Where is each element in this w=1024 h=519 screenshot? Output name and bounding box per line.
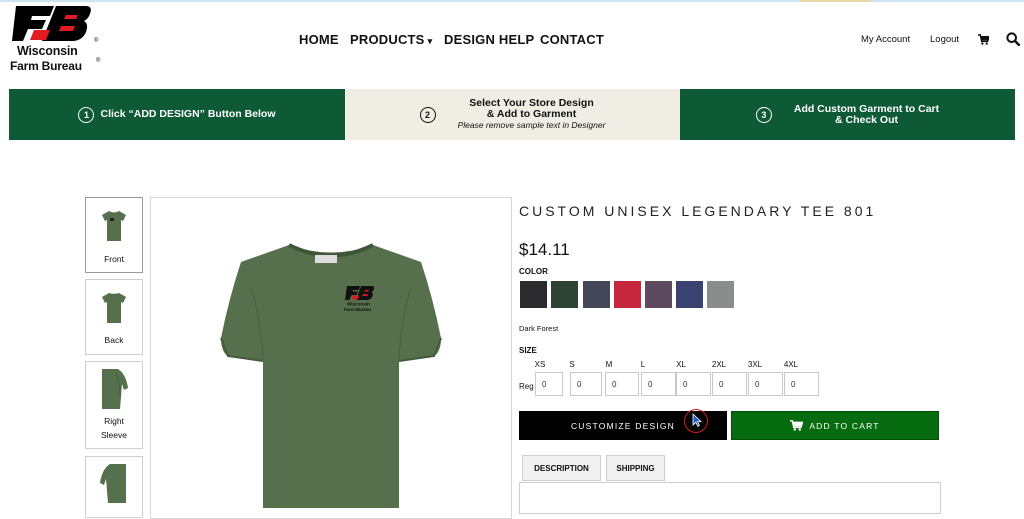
cart-icon[interactable]	[978, 32, 990, 50]
tshirt-front-icon	[102, 211, 126, 241]
nav-design-help[interactable]: DESIGN HELP	[444, 32, 534, 47]
step-3-text-block: Add Custom Garment to Cart & Check Out	[793, 102, 940, 126]
step-2-text-line2: & Add to Garment	[486, 108, 577, 120]
add-to-cart-button[interactable]: ADD TO CART	[731, 411, 939, 440]
color-swatch-red[interactable]	[614, 281, 641, 308]
product-price: $14.11	[519, 240, 570, 259]
step-3: 3 Add Custom Garment to Cart & Check Out	[680, 89, 1015, 140]
qty-input-m[interactable]	[605, 372, 639, 396]
chevron-down-icon: ▾	[427, 36, 433, 46]
step-1: 1 Click “ADD DESIGN” Button Below	[9, 89, 345, 140]
step-2-subtext: Please remove sample text in Designer	[457, 120, 606, 130]
size-header-s: S	[569, 360, 575, 369]
thumbnail-back[interactable]: Back	[85, 279, 143, 355]
size-header-xs: XS	[534, 360, 546, 369]
size-header-l: L	[640, 360, 646, 369]
color-swatch-black[interactable]	[520, 281, 547, 308]
size-header-xl: XL	[676, 360, 686, 369]
tshirt-sleeve-icon	[102, 369, 128, 409]
tshirt-back-icon	[102, 293, 126, 323]
step-3-text-line1: Add Custom Garment to Cart	[793, 102, 940, 115]
size-header-4xl: 4XL	[783, 360, 799, 369]
thumbnail-right-sleeve[interactable]: Right Sleeve	[85, 361, 143, 449]
thumbnail-left-sleeve[interactable]	[85, 456, 143, 518]
mouse-cursor-highlight	[684, 409, 708, 433]
logout-link[interactable]: Logout	[930, 34, 959, 45]
size-header-3xl: 3XL	[747, 360, 763, 369]
add-to-cart-label: ADD TO CART	[809, 420, 880, 431]
color-swatch-charcoal[interactable]	[583, 281, 610, 308]
nav-contact[interactable]: CONTACT	[540, 32, 604, 47]
my-account-link[interactable]: My Account	[861, 34, 910, 45]
tshirt-image: Wisconsin Farm Bureau	[220, 243, 442, 508]
step-2-number: 2	[419, 106, 436, 123]
thumbnail-front[interactable]: Front	[85, 197, 143, 273]
row-label-reg: Reg	[519, 382, 534, 391]
thumbnail-front-label: Front	[104, 254, 124, 264]
farm-bureau-logo[interactable]: Wisconsin ® Farm Bureau ®	[10, 4, 100, 73]
cart-icon	[790, 420, 804, 431]
qty-input-xs[interactable]	[535, 372, 563, 396]
qty-input-3xl[interactable]	[748, 372, 783, 396]
size-header-m: M	[605, 360, 613, 369]
color-swatch-plum[interactable]	[645, 281, 672, 308]
tab-description[interactable]: DESCRIPTION	[522, 455, 601, 481]
main-product-image[interactable]: Wisconsin Farm Bureau	[150, 197, 512, 519]
search-icon[interactable]	[1006, 32, 1021, 51]
color-swatch-navy[interactable]	[676, 281, 703, 308]
brand-line1: Wisconsin	[17, 44, 78, 58]
steps-banner: 1 Click “ADD DESIGN” Button Below 2 Sele…	[9, 89, 1015, 140]
product-title: CUSTOM UNISEX LEGENDARY TEE 801	[519, 203, 877, 219]
step-3-text-line2: & Check Out	[834, 113, 898, 126]
thumbnail-back-label: Back	[104, 335, 124, 345]
selected-color-name: Dark Forest	[519, 324, 559, 333]
qty-input-xl[interactable]	[676, 372, 711, 396]
nav-home[interactable]: HOME	[299, 32, 339, 47]
tab-shipping[interactable]: SHIPPING	[606, 455, 665, 481]
qty-input-2xl[interactable]	[712, 372, 747, 396]
fb-logo-mark-icon	[12, 6, 91, 41]
size-label: SIZE	[519, 346, 537, 355]
step-1-number: 1	[78, 106, 95, 123]
tab-panel	[519, 482, 941, 514]
step-2: 2 Select Your Store Design & Add to Garm…	[345, 89, 680, 140]
brand-line2: Farm Bureau	[10, 59, 82, 73]
thumbnail-sleeve-label-1: Right	[104, 416, 124, 426]
svg-text:Farm Bureau: Farm Bureau	[344, 307, 371, 312]
top-accent-line	[0, 0, 1024, 2]
color-label: COLOR	[519, 267, 548, 276]
step-3-number: 3	[755, 106, 772, 123]
svg-text:Wisconsin: Wisconsin	[347, 302, 370, 307]
step-2-text-block: Select Your Store Design & Add to Garmen…	[458, 98, 606, 131]
brand-reg-mark-2: ®	[96, 58, 101, 64]
pointer-cursor-icon	[692, 413, 702, 427]
qty-input-4xl[interactable]	[784, 372, 819, 396]
tshirt-sleeve-left-icon	[100, 464, 126, 503]
qty-input-l[interactable]	[641, 372, 676, 396]
qty-input-s[interactable]	[570, 372, 602, 396]
nav-products-label: PRODUCTS	[350, 32, 425, 47]
brand-reg-mark: ®	[94, 38, 99, 44]
nav-products[interactable]: PRODUCTS ▾	[350, 32, 432, 47]
step-1-text: Click “ADD DESIGN” Button Below	[100, 108, 276, 120]
color-swatch-gray[interactable]	[707, 281, 734, 308]
color-swatch-dark-forest[interactable]	[551, 281, 578, 308]
thumbnail-sleeve-label-2: Sleeve	[101, 430, 127, 440]
size-header-2xl: 2XL	[711, 360, 727, 369]
